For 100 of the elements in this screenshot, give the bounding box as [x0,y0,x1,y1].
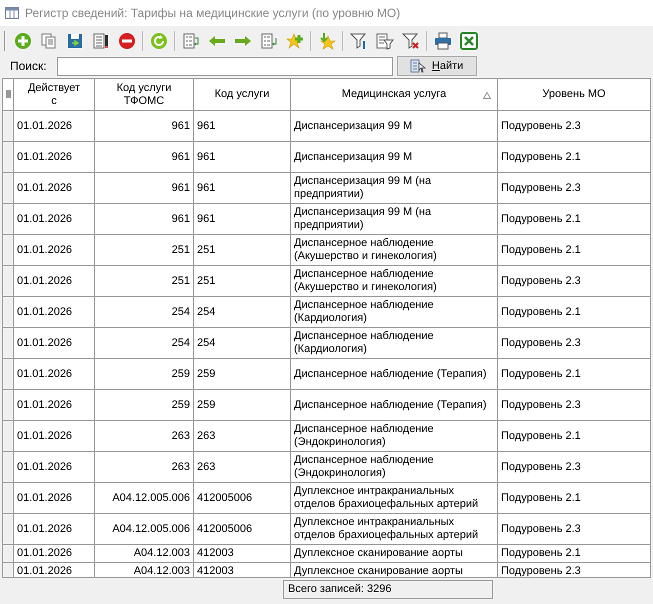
table-cell: 01.01.2026 [17,368,72,380]
table-cell: Подуровень 2.3 [501,522,581,536]
star-add-button[interactable] [284,30,305,52]
table-cell: 01.01.2026 [17,565,72,577]
table-cell-text: Диспансерное наблюдение (Акушерство и гинекология) [294,268,438,294]
search-label: Поиск: [9,58,48,75]
table-row[interactable]: 01.01.2026 A04.12.005.006 412005006 Дуплексное интракраниальных отделов брахиоцефальных артерий Подуровень 2.3 [3,514,650,545]
print-button[interactable] [432,30,453,52]
table-cell: Подуровень 2.1 [501,212,581,226]
table-row[interactable]: 01.01.2026 A04.12.003 412003 Дуплексное сканирование аорты Подуровень 2.3 [3,563,650,577]
excel-icon [460,32,478,50]
column-header[interactable]: Код услуги ТФОМС [95,79,194,110]
table-row[interactable]: 01.01.2026 961 961 Диспансеризация 99 М Подуровень 2.1 [3,142,650,173]
table-cell: Подуровень 2.1 [501,368,581,380]
table-cell: 961 [172,212,190,226]
search-field[interactable] [56,56,393,76]
table-cell: 01.01.2026 [17,336,72,350]
refresh-button[interactable] [148,30,169,52]
row-selector[interactable] [3,514,14,544]
column-header[interactable]: Медицинская услуга [291,79,498,110]
star-add-icon [286,32,304,50]
table-cell: 961 [172,120,190,132]
row-selector[interactable] [3,266,14,296]
table-row[interactable]: 01.01.2026 259 259 Диспансерное наблюдение (Терапия) Подуровень 2.1 [3,359,650,390]
table-cell: Подуровень 2.3 [501,565,581,577]
row-selector[interactable] [3,452,14,482]
row-selector[interactable] [3,173,14,203]
table-cell: 263 [197,460,216,474]
table-row[interactable]: 01.01.2026 251 251 Диспансерное наблюдение (Акушерство и гинекология) Подуровень 2.3 [3,266,650,297]
column-header[interactable]: Действует с [14,79,95,110]
table-cell: A04.12.005.006 [112,522,190,536]
row-selector[interactable] [3,111,14,141]
table-cell: 01.01.2026 [17,522,72,536]
delete-button[interactable] [116,30,137,52]
table-cell: Подуровень 2.1 [501,150,581,164]
table-cell-text: Диспансеризация 99 М (на предприятии) [294,206,432,232]
add-icon [14,32,32,50]
column-header[interactable]: Код услуги [194,79,291,110]
row-selector[interactable] [3,563,14,577]
list-forward-icon [182,32,200,50]
table-row[interactable]: 01.01.2026 263 263 Диспансерное наблюдение (Эндокринология) Подуровень 2.1 [3,421,650,452]
table-row[interactable]: 01.01.2026 961 961 Диспансеризация 99 М Подуровень 2.3 [3,111,650,142]
table-row[interactable]: 01.01.2026 A04.12.003 412003 Дуплексное сканирование аорты Подуровень 2.1 [3,545,650,563]
table-cell: 259 [197,368,216,380]
table-cell: Подуровень 2.3 [501,460,581,474]
save-icon [66,32,84,50]
table-cell-text: Диспансерное наблюдение (Эндокринология) [294,423,435,449]
table-row[interactable]: 01.01.2026 A04.12.005.006 412005006 Дуплексное интракраниальных отделов брахиоцефальных артерий Подуровень 2.1 [3,483,650,514]
table-cell-text: Дуплексное интракраниальных отделов брахиоцефальных артерий [294,516,480,542]
table-cell: Подуровень 2.1 [501,244,581,256]
excel-button[interactable] [458,30,479,52]
table-cell: Подуровень 2.1 [501,306,581,318]
edit-icon [92,32,110,50]
table-row[interactable]: 01.01.2026 254 254 Диспансерное наблюдение (Кардиология) Подуровень 2.3 [3,328,650,359]
table-cell: 254 [197,336,216,350]
table-row[interactable]: 01.01.2026 251 251 Диспансерное наблюдение (Акушерство и гинекология) Подуровень 2.1 [3,235,650,266]
row-selector[interactable] [3,297,14,327]
sort-ascending-icon [483,92,491,99]
row-selector[interactable] [3,483,14,513]
table-cell: 01.01.2026 [17,182,72,194]
row-selector[interactable] [3,142,14,172]
table-cell: Подуровень 2.1 [501,547,581,560]
find-button[interactable]: Найти [396,56,477,76]
list-back-icon [260,32,278,50]
filter-clear-button[interactable] [400,30,421,52]
table-cell: 01.01.2026 [17,150,72,164]
row-selector[interactable] [3,235,14,265]
table-cell: 01.01.2026 [17,274,72,288]
row-selector[interactable] [3,204,14,234]
row-selector[interactable] [3,421,14,451]
add-button[interactable] [12,30,33,52]
columns-menu-icon[interactable] [6,90,10,99]
table-cell: 254 [172,306,190,318]
table-cell: Подуровень 2.3 [501,120,581,132]
row-selector[interactable] [3,359,14,389]
print-icon [434,32,452,50]
table-cell: Подуровень 2.1 [501,492,581,504]
table-row[interactable]: 01.01.2026 961 961 Диспансеризация 99 М (на предприятии) Подуровень 2.3 [3,173,650,204]
table-cell: 251 [197,244,216,256]
table-row[interactable]: 01.01.2026 263 263 Диспансерное наблюдение (Эндокринология) Подуровень 2.3 [3,452,650,483]
row-selector[interactable] [3,390,14,420]
table-cell: Диспансерное наблюдение (Терапия) [294,368,487,380]
table-cell: 254 [172,336,190,350]
filter-settings-button[interactable] [348,30,369,52]
row-selector[interactable] [3,545,14,562]
filter-list-icon [376,32,394,50]
table-row[interactable]: 01.01.2026 259 259 Диспансерное наблюдение (Терапия) Подуровень 2.3 [3,390,650,421]
row-selector[interactable] [3,328,14,358]
table-row[interactable]: 01.01.2026 254 254 Диспансерное наблюдение (Кардиология) Подуровень 2.1 [3,297,650,328]
table-cell: 412003 [197,547,234,560]
table-cell: 412005006 [197,522,252,536]
table-cell: 263 [172,460,190,474]
table-row[interactable]: 01.01.2026 961 961 Диспансеризация 99 М (на предприятии) Подуровень 2.1 [3,204,650,235]
table-cell-text: Диспансеризация 99 М (на предприятии) [294,175,432,201]
table-cell: 961 [197,212,216,226]
filter-list-button[interactable] [374,30,395,52]
table-cell: 412003 [197,565,234,577]
table-cell: 263 [197,430,216,442]
star-down-icon [318,32,336,50]
column-header[interactable]: Уровень МО [498,79,650,110]
